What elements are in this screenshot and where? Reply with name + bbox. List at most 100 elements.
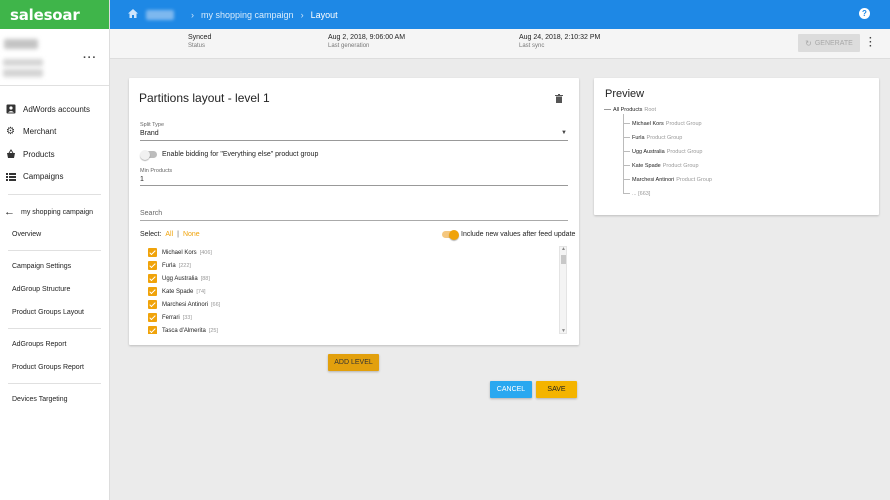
- campaign-name: my shopping campaign: [21, 208, 93, 216]
- add-level-button[interactable]: ADD LEVEL: [328, 354, 379, 371]
- search-input[interactable]: Search: [140, 210, 162, 217]
- tree-more-count: ... [663]: [632, 191, 651, 197]
- checkbox[interactable]: [148, 326, 157, 334]
- list-item[interactable]: Ferrari [33]: [148, 311, 568, 324]
- sidebar-item-adgroup-structure[interactable]: AdGroup Structure: [0, 278, 109, 301]
- search-underline: [140, 220, 568, 221]
- values-scrollbar[interactable]: ▲ ▼: [559, 246, 567, 334]
- sidebar-item-campaigns[interactable]: Campaigns: [0, 166, 109, 189]
- account-menu-icon[interactable]: ···: [83, 52, 97, 64]
- sidebar-item-adwords-accounts[interactable]: AdWords accounts: [0, 98, 109, 121]
- split-type-underline: [140, 140, 568, 141]
- divider: [8, 250, 101, 251]
- value-name: Ugg Australia: [162, 275, 198, 282]
- account-box-icon: [5, 104, 16, 115]
- breadcrumb-account-blurred[interactable]: [146, 9, 174, 20]
- delete-icon[interactable]: [555, 94, 563, 103]
- checkbox[interactable]: [148, 274, 157, 283]
- sidebar: salesoar ··· AdWords accounts ⚙ Merchant…: [0, 0, 110, 500]
- account-name-blurred: [3, 59, 43, 66]
- status-label: Last sync: [519, 43, 545, 49]
- select-label: Select:: [140, 231, 162, 238]
- value-count: [66]: [211, 301, 221, 308]
- value-count: [25]: [208, 327, 219, 334]
- save-button[interactable]: SAVE: [536, 381, 577, 398]
- min-products-input[interactable]: 1: [140, 176, 144, 183]
- list-item[interactable]: Furla [222]: [148, 259, 568, 272]
- divider: [8, 383, 101, 384]
- value-name: Furla: [162, 262, 176, 269]
- scroll-down-icon[interactable]: ▼: [561, 328, 566, 334]
- list-item[interactable]: Tasca d'Almerita [25]: [148, 324, 568, 334]
- scrollbar-thumb[interactable]: [561, 255, 566, 264]
- list-item[interactable]: Kate Spade [74]: [148, 285, 568, 298]
- select-all-link[interactable]: All: [165, 231, 173, 238]
- tree-node-tag: Product Group: [676, 177, 712, 183]
- value-count: [74]: [196, 288, 206, 295]
- status-label: Status: [188, 43, 206, 49]
- sidebar-item-product-groups-layout[interactable]: Product Groups Layout: [0, 301, 109, 324]
- partitions-card: Partitions layout - level 1 Split Type B…: [129, 78, 579, 345]
- dropdown-arrow-icon[interactable]: ▼: [561, 130, 567, 136]
- checkbox[interactable]: [148, 300, 157, 309]
- select-row: Select: All | None: [140, 231, 202, 238]
- sidebar-item-product-groups-report[interactable]: Product Groups Report: [0, 356, 109, 379]
- include-new-values-label: Include new values after feed update: [461, 231, 576, 238]
- status-value: Aug 2, 2018, 9:06:00 AM: [328, 34, 406, 41]
- tree-node-tag: Product Group: [665, 121, 702, 127]
- tree-node-name: Ugg Australia: [632, 149, 665, 155]
- value-count: [88]: [200, 275, 210, 282]
- generate-button[interactable]: ↻ GENERATE: [798, 34, 860, 52]
- enable-bidding-toggle[interactable]: [140, 149, 157, 160]
- sidebar-item-label: AdWords accounts: [23, 104, 90, 114]
- cancel-button[interactable]: CANCEL: [490, 381, 532, 398]
- sidebar-item-campaign-settings[interactable]: Campaign Settings: [0, 255, 109, 278]
- checkbox[interactable]: [148, 287, 157, 296]
- breadcrumb-campaign[interactable]: my shopping campaign: [201, 10, 294, 20]
- chevron-right-icon: ›: [300, 9, 304, 20]
- tree-node-tag: Product Group: [666, 149, 703, 155]
- help-icon[interactable]: ?: [859, 8, 870, 19]
- list-item[interactable]: Ugg Australia [88]: [148, 272, 568, 285]
- min-products-label: Min Products: [140, 168, 173, 174]
- checkbox[interactable]: [148, 261, 157, 270]
- value-name: Marchesi Antinori: [162, 301, 209, 308]
- include-new-values-toggle[interactable]: [442, 229, 459, 240]
- min-products-underline: [140, 185, 568, 186]
- scroll-up-icon[interactable]: ▲: [561, 246, 566, 252]
- tree-node-name: Michael Kors: [632, 121, 664, 127]
- values-list: Michael Kors [406] Furla [222] Ugg Austral…: [148, 246, 568, 334]
- tree-node: Kate Spade Product Group: [623, 163, 699, 169]
- sidebar-item-merchant[interactable]: ⚙ Merchant: [0, 121, 109, 144]
- sidebar-item-products[interactable]: Products: [0, 143, 109, 166]
- home-icon[interactable]: [128, 8, 138, 21]
- sidebar-item-adgroups-report[interactable]: AdGroups Report: [0, 333, 109, 356]
- tree-root: All Products Root: [604, 107, 656, 113]
- tree-node-name: Furla: [632, 135, 645, 141]
- account-avatar-blurred: [4, 39, 38, 49]
- partitions-title: Partitions layout - level 1: [139, 91, 270, 105]
- divider: [8, 194, 101, 195]
- list-item[interactable]: Marchesi Antinori [66]: [148, 298, 568, 311]
- checkbox[interactable]: [148, 248, 157, 257]
- tree-node-tag: Product Group: [662, 163, 699, 169]
- status-value: Synced: [188, 34, 212, 41]
- salesoar-logo[interactable]: salesoar: [0, 0, 109, 29]
- sidebar-item-overview[interactable]: Overview: [0, 223, 109, 246]
- sidebar-item-devices-targeting[interactable]: Devices Targeting: [0, 388, 109, 411]
- checkbox[interactable]: [148, 313, 157, 322]
- more-vert-icon[interactable]: · · ·: [869, 34, 872, 52]
- gear-icon: ⚙: [6, 126, 15, 138]
- divider: [8, 328, 101, 329]
- select-none-link[interactable]: None: [183, 231, 200, 238]
- campaign-back-link[interactable]: ← my shopping campaign: [0, 201, 109, 223]
- list-item[interactable]: Michael Kors [406]: [148, 246, 568, 259]
- status-last-sync: Aug 24, 2018, 2:10:32 PM Last sync: [519, 34, 600, 49]
- tree-node-tag: Root: [644, 107, 656, 113]
- split-type-select[interactable]: Brand: [140, 130, 159, 137]
- sidebar-item-label: Campaigns: [23, 172, 64, 182]
- tree-node-more: ... [663]: [623, 191, 650, 197]
- account-panel: ···: [0, 29, 109, 86]
- select-separator: |: [177, 231, 179, 238]
- arrow-left-icon: ←: [4, 206, 15, 218]
